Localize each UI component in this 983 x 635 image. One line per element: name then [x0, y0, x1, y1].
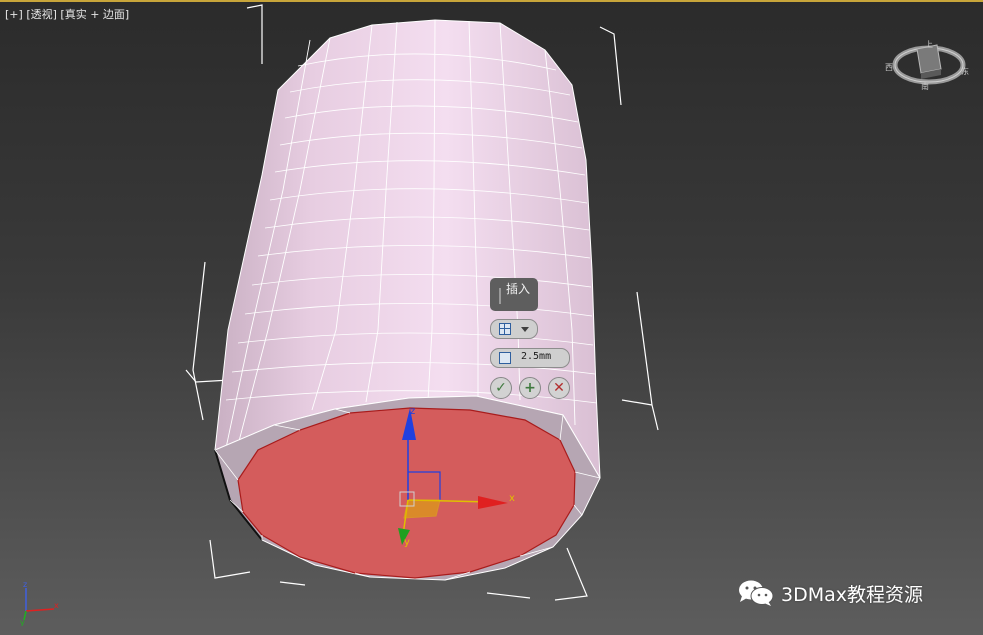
group-grid-icon [499, 323, 511, 335]
viewcube[interactable]: 上 西 东 南 [883, 35, 969, 91]
tripod-y-label: y [20, 618, 25, 626]
viewcube-top-label[interactable]: 上 [925, 39, 933, 50]
gizmo-x-label: x [509, 493, 515, 504]
viewcube-south-label[interactable]: 南 [921, 81, 929, 92]
viewcube-west-label[interactable]: 西 [885, 62, 893, 73]
caddy-title-bar[interactable]: 插入 [490, 278, 538, 311]
caddy-drag-handle[interactable] [499, 288, 501, 304]
watermark: 3DMax教程资源 [737, 579, 967, 609]
3d-viewport[interactable]: [+] [透视] [真实 + 边面] x y z 插入 2.5mm ✓ + ✕ … [0, 0, 983, 635]
cancel-button[interactable]: ✕ [548, 377, 570, 399]
ok-button[interactable]: ✓ [490, 377, 512, 399]
gizmo-y-label: y [404, 537, 410, 548]
amount-icon [499, 352, 511, 364]
inset-type-dropdown[interactable] [490, 319, 538, 339]
chevron-down-icon [521, 327, 529, 332]
apply-button[interactable]: + [519, 377, 541, 399]
inset-amount-value[interactable]: 2.5mm [521, 351, 551, 362]
axis-tripod: z x y [20, 580, 59, 626]
gizmo-z-label: z [410, 406, 415, 417]
caddy-title-label: 插入 [506, 282, 531, 296]
inset-amount-spinner[interactable]: 2.5mm [490, 348, 570, 368]
inset-caddy[interactable]: 插入 2.5mm ✓ + ✕ [490, 278, 580, 403]
viewcube-east-label[interactable]: 东 [961, 66, 969, 77]
tripod-z-label: z [23, 580, 27, 589]
wechat-icon [739, 580, 774, 606]
watermark-text: 3DMax教程资源 [781, 584, 923, 606]
tripod-x-label: x [54, 601, 59, 610]
